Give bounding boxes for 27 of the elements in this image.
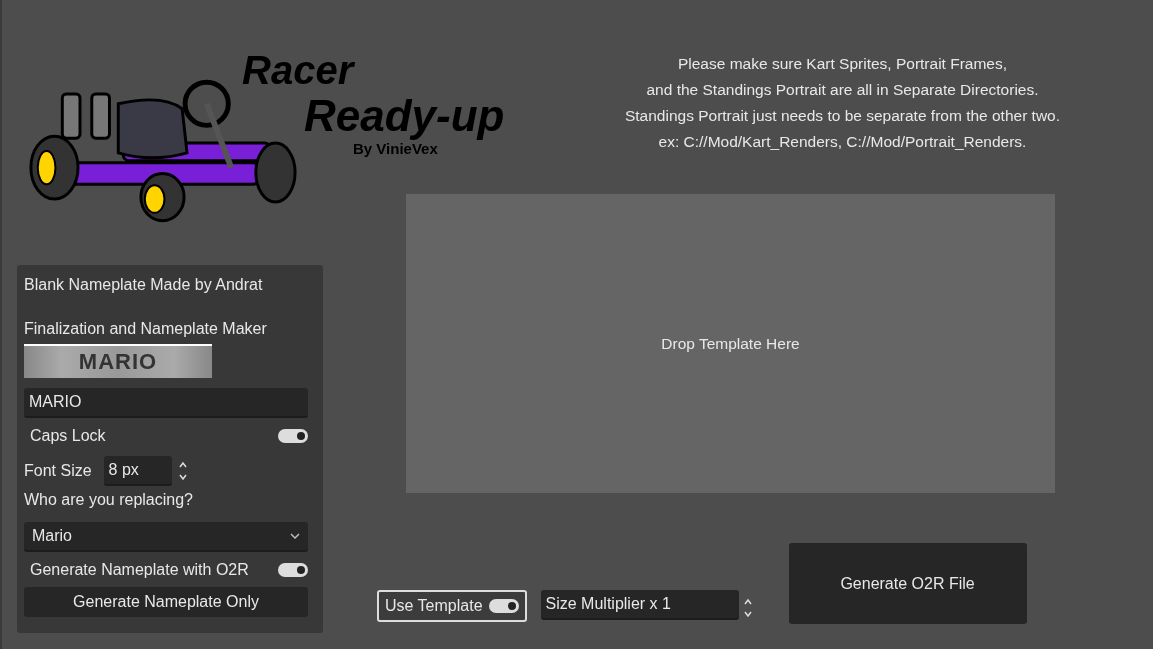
character-dropdown[interactable]: Mario — [24, 522, 308, 552]
generate-with-o2r-toggle[interactable] — [278, 562, 308, 577]
caps-lock-label: Caps Lock — [30, 426, 106, 445]
nameplate-preview: MARIO — [24, 344, 212, 378]
instruction-line: and the Standings Portrait are all in Separate Directories. — [646, 80, 1039, 100]
caps-lock-toggle[interactable] — [278, 428, 308, 443]
instruction-line: Please make sure Kart Sprites, Portrait Frames, — [677, 54, 1008, 74]
use-template-toggle[interactable] — [488, 599, 519, 613]
instruction-line: ex: C://Mod/Kart_Renders, C://Mod/Portrait_Renders. — [658, 132, 1027, 152]
chevron-down-icon — [290, 533, 300, 539]
font-size-input[interactable]: 8 px — [103, 455, 172, 486]
panel-heading: Finalization and Nameplate Maker — [24, 319, 268, 339]
font-size-label: Font Size — [24, 461, 92, 480]
drop-zone[interactable]: Drop Template Here — [406, 194, 1055, 493]
generate-with-o2r-label: Generate Nameplate with O2R — [30, 560, 249, 579]
spinner-arrows-icon[interactable] — [742, 596, 753, 620]
credit-text: Blank Nameplate Made by Andrat — [24, 275, 264, 295]
logo-byline: By VinieVex — [353, 140, 438, 157]
logo-title: Racer — [242, 48, 356, 92]
instruction-line: Standings Portrait just needs to be separate from the other two. — [624, 106, 1061, 126]
generate-nameplate-button[interactable]: Generate Nameplate Only — [24, 587, 308, 617]
replacing-label: Who are you replacing? — [24, 490, 194, 510]
name-input[interactable]: MARIO — [24, 388, 308, 418]
use-template-toggle-button[interactable]: Use Template — [377, 590, 527, 622]
drop-zone-text: Drop Template Here — [661, 334, 800, 353]
generate-o2r-button[interactable]: Generate O2R File — [788, 543, 1027, 624]
size-multiplier-input[interactable]: Size Multiplier x 1 — [540, 590, 739, 620]
